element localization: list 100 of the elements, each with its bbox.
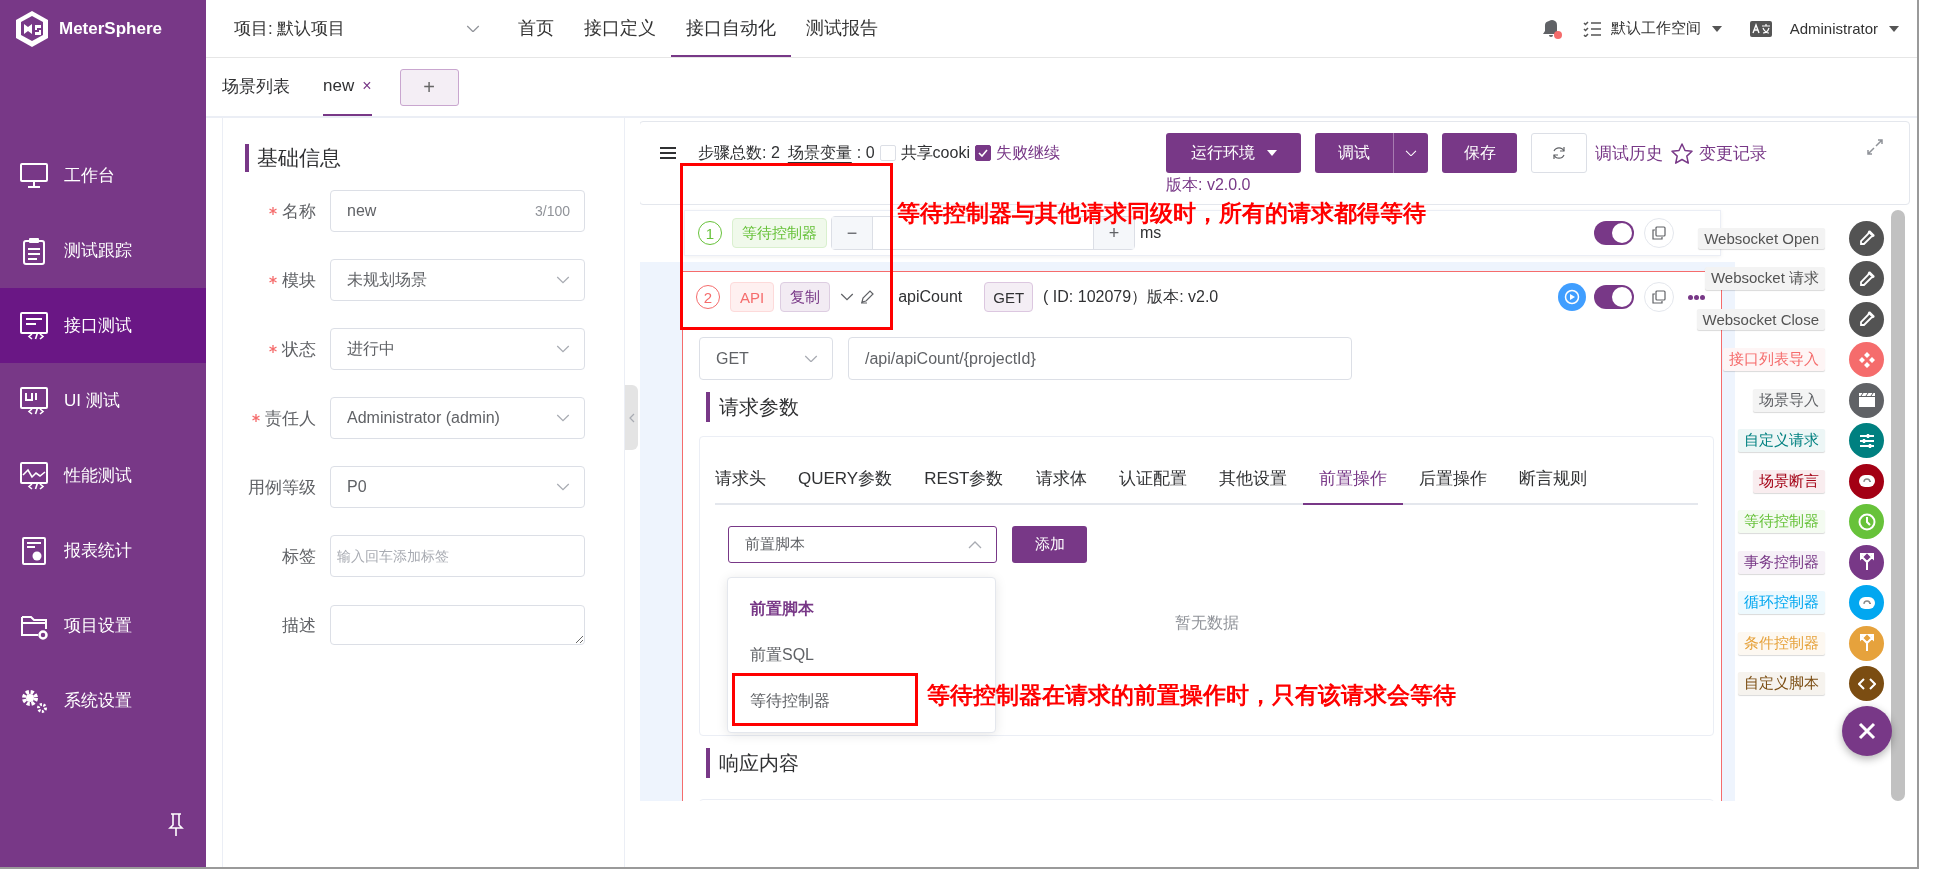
add-step-button[interactable] [1849,544,1884,580]
edit-icon[interactable] [860,290,875,304]
add-step-button[interactable] [1849,463,1884,499]
method-select[interactable]: GET [699,337,833,380]
add-step-label[interactable]: Websocket Close [1696,308,1825,330]
environment-button[interactable]: 运行环境 [1166,133,1301,173]
select-field[interactable]: Administrator (admin) [330,397,585,439]
tab[interactable]: QUERY参数 [782,453,909,505]
add-step-button[interactable] [1849,301,1884,337]
menu-item[interactable]: 等待控制器 [728,678,836,724]
code-window-icon [20,311,48,340]
fork-icon [1859,634,1874,653]
checklist-icon[interactable] [1582,20,1601,37]
clipboard-icon [20,236,48,265]
sidebar-item[interactable]: 性能测试 [0,438,206,513]
copy-icon [1652,290,1666,304]
sidebar-item[interactable]: 工作台 [0,138,206,213]
caret-icon [1889,25,1899,32]
copy-button[interactable] [1644,218,1674,248]
change-log-link[interactable]: 变更记录 [1671,141,1767,165]
sidebar-item[interactable]: 项目设置 [0,588,206,663]
processor-select[interactable]: 前置脚本 [728,526,997,563]
nav-tab[interactable]: 接口自动化 [671,0,791,57]
add-step-button[interactable] [1849,382,1884,418]
variables-count: : 0 [856,144,875,162]
field-label: 名称 [282,200,316,223]
step-info: ( ID: 102079）版本: v2.0 [1043,286,1219,307]
sidebar-item[interactable]: 报表统计 [0,513,206,588]
sidebar-item[interactable]: UI 测试 [0,363,206,438]
tab[interactable]: 断言规则 [1502,453,1603,505]
tab[interactable]: 认证配置 [1102,453,1203,505]
tab[interactable]: 场景列表 [222,58,290,116]
add-step-label[interactable]: Websocket 请求 [1704,267,1825,291]
menu-icon[interactable] [660,146,676,160]
toggle-switch[interactable] [1594,285,1634,309]
add-step-label[interactable]: Websocket Open [1698,227,1825,249]
section-title: 响应内容 [719,750,799,776]
pipette-icon [1858,230,1875,247]
select-field[interactable]: 未规划场景 [330,259,585,301]
section-title: 基础信息 [257,145,341,171]
decrement-button[interactable]: − [832,217,872,249]
add-step-button[interactable] [1849,220,1884,256]
section-title: 请求参数 [719,394,799,420]
add-tab-button[interactable]: + [399,68,459,106]
add-button[interactable]: 添加 [1012,526,1087,563]
workspace-selector[interactable]: 默认工作空间 [1610,19,1722,38]
tab[interactable]: 请求体 [1019,453,1103,505]
add-step-button[interactable] [1849,666,1884,702]
toggle-switch[interactable] [1594,221,1634,245]
add-step-label[interactable]: 场景断言 [1753,469,1825,493]
add-step-label[interactable]: 自定义脚本 [1738,672,1825,696]
name-field[interactable]: new 3/100 [330,190,585,232]
translate-icon[interactable] [1749,20,1772,37]
menu-item[interactable]: 前置SQL [728,632,820,678]
copy-icon [1652,226,1666,240]
checkbox-label: 共享cooki [900,142,970,163]
tab[interactable]: 请求头 [715,453,782,505]
add-step-label[interactable]: 自定义请求 [1738,429,1825,453]
tab[interactable]: 后置操作 [1402,453,1503,505]
expand-icon[interactable] [1867,139,1883,155]
checkbox[interactable] [974,145,991,161]
sidebar-item[interactable]: 测试跟踪 [0,213,206,288]
field-label: 标签 [282,545,316,568]
add-step-label[interactable]: 事务控制器 [1738,550,1825,574]
clock-icon [1857,512,1876,531]
pin-icon[interactable] [168,813,184,837]
check-icon [977,149,988,157]
select-field[interactable]: 进行中 [330,328,585,370]
close-button[interactable] [1841,706,1892,756]
tag-input[interactable]: 输入回车添加标签 [330,535,585,577]
sidebar-item[interactable]: 接口测试 [0,288,206,363]
add-step-button[interactable] [1849,423,1884,459]
menu-item[interactable]: 前置脚本 [728,586,820,632]
sidebar-item[interactable]: 系统设置 [0,663,206,738]
tab[interactable]: REST参数 [908,453,1020,505]
collapse-handle[interactable] [625,385,638,450]
url-field[interactable]: /api/apiCount/{projectId} [848,337,1352,380]
nav-tab[interactable]: 接口定义 [569,0,671,57]
tab[interactable]: new × [323,58,372,116]
user-menu[interactable]: Administrator [1789,20,1899,37]
variables-link[interactable]: 场景变量 [787,142,852,164]
description-field[interactable] [330,605,585,645]
bell-icon[interactable] [1540,17,1563,40]
save-button[interactable]: 保存 [1442,133,1517,173]
nav-tab[interactable]: 首页 [503,0,569,57]
project-selector[interactable]: 项目: 默认项目 [206,0,480,57]
more-icon[interactable] [1688,294,1705,300]
tab[interactable]: 前置操作 [1302,453,1403,505]
history-link[interactable]: 调试历史 [1595,141,1663,165]
nav-tab[interactable]: 测试报告 [791,0,893,57]
close-button[interactable]: × [362,77,372,95]
debug-button[interactable]: 调试 [1315,133,1393,173]
select-field[interactable]: P0 [330,466,585,508]
scrollbar[interactable] [1891,210,1905,801]
add-step-label[interactable]: 场景导入 [1753,388,1825,412]
copy-button[interactable] [1644,282,1674,312]
logo-icon [14,10,50,48]
tab[interactable]: 其他设置 [1202,453,1303,505]
play-button[interactable] [1558,283,1586,311]
add-step-button[interactable] [1849,261,1884,297]
